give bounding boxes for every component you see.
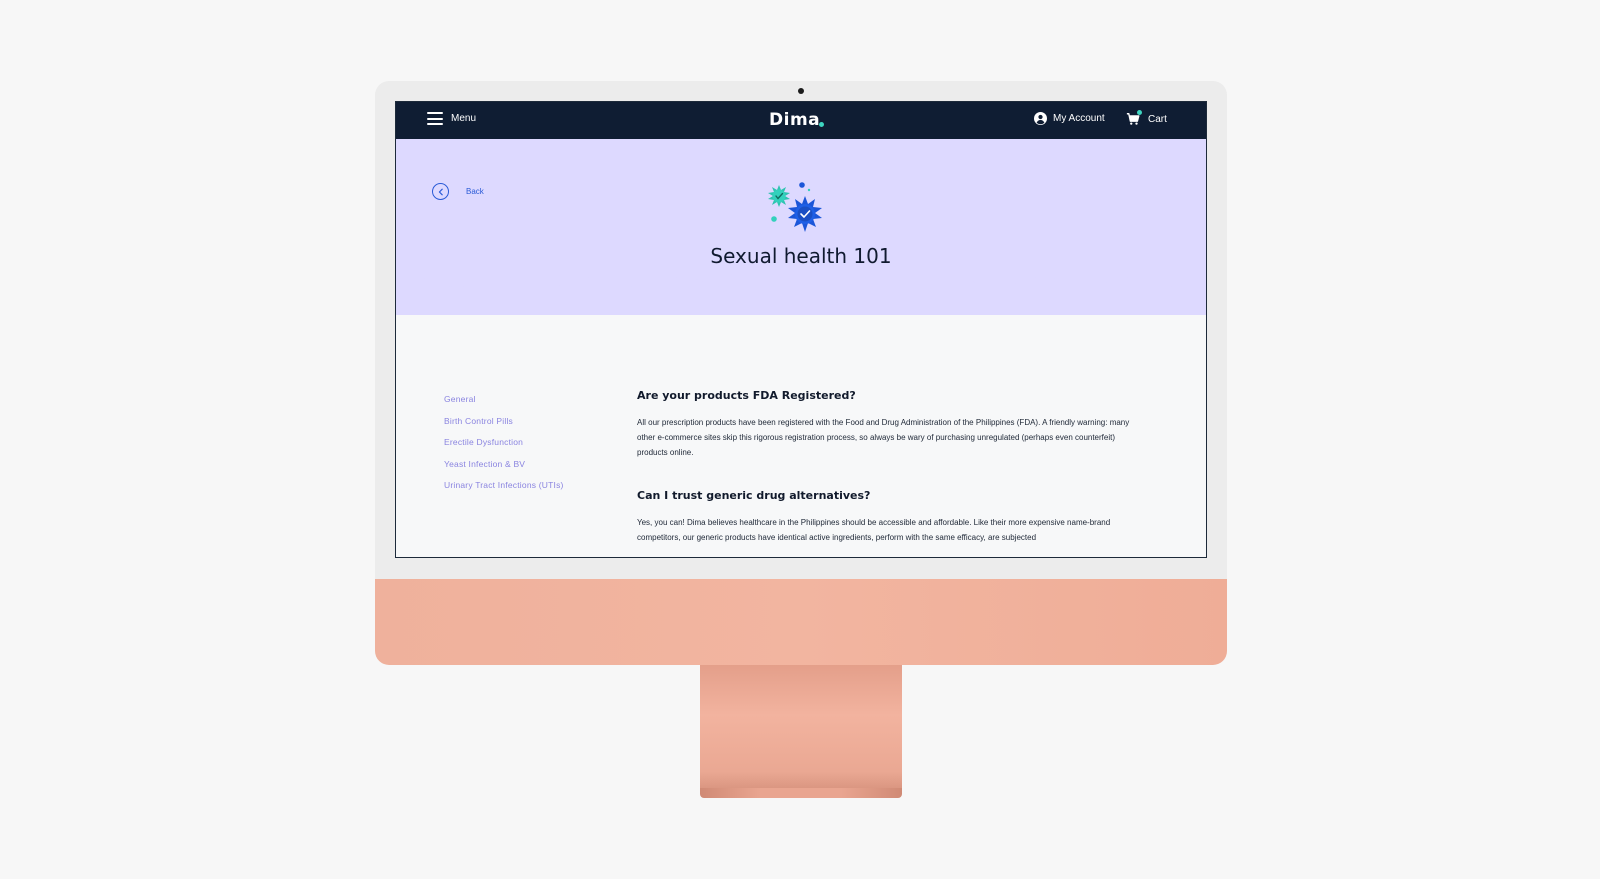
faq-category-sidebar: General Birth Control Pills Erectile Dys… — [444, 394, 564, 502]
back-button[interactable]: Back — [432, 183, 484, 200]
sidebar-item-yeast-infection-bv[interactable]: Yeast Infection & BV — [444, 459, 564, 469]
logo-text: Dim — [769, 110, 809, 130]
faq-answer: All our prescription products have been … — [637, 418, 1130, 457]
faq-question: Are your products FDA Registered? — [637, 389, 856, 402]
my-account-label: My Account — [1053, 113, 1105, 124]
cart-button[interactable]: Cart — [1126, 110, 1167, 126]
monitor-chin — [375, 579, 1227, 665]
page-title: Sexual health 101 — [710, 244, 892, 268]
sidebar-item-utis[interactable]: Urinary Tract Infections (UTIs) — [444, 480, 564, 490]
top-navigation: Menu Dima My Account Cart — [396, 102, 1206, 139]
cart-badge — [1137, 110, 1142, 115]
webcam — [798, 88, 804, 94]
logo-text-tail: a — [808, 110, 821, 130]
user-circle-icon — [1034, 112, 1047, 125]
faq-list: Are your products FDA Registered? All ou… — [637, 389, 1137, 557]
cart-label: Cart — [1148, 113, 1167, 125]
monitor-stand — [700, 665, 902, 790]
screen: Menu Dima My Account Cart Back Sexual he… — [395, 101, 1207, 558]
my-account-button[interactable]: My Account — [1034, 112, 1105, 125]
wave-divider — [396, 273, 1206, 287]
chevron-left-icon — [432, 183, 449, 200]
faq-question: Can I trust generic drug alternatives? — [637, 489, 871, 502]
sidebar-item-general[interactable]: General — [444, 394, 564, 404]
virus-check-illustration — [768, 182, 822, 232]
menu-label: Menu — [451, 113, 477, 124]
cart-icon — [1126, 110, 1142, 126]
hamburger-icon — [427, 112, 443, 125]
monitor-stand-foot — [700, 788, 902, 798]
sidebar-item-birth-control-pills[interactable]: Birth Control Pills — [444, 416, 564, 426]
sidebar-item-erectile-dysfunction[interactable]: Erectile Dysfunction — [444, 437, 564, 447]
faq-item: Are your products FDA Registered? All ou… — [637, 389, 1137, 460]
dima-logo[interactable]: Dima — [769, 110, 825, 130]
menu-button[interactable]: Menu — [427, 112, 476, 125]
faq-answer: Yes, you can! Dima believes healthcare i… — [637, 518, 1111, 542]
back-label: Back — [466, 187, 484, 196]
faq-item: Can I trust generic drug alternatives? Y… — [637, 489, 1137, 545]
